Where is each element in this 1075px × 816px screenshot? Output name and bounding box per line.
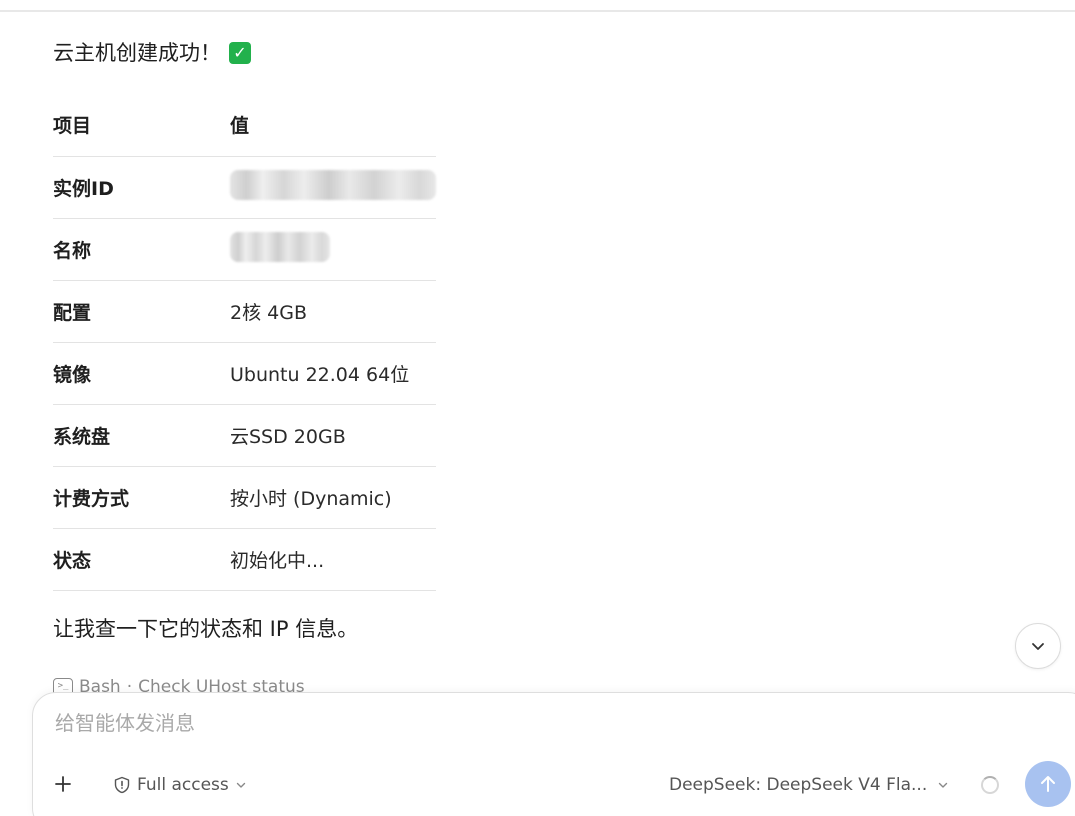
assistant-followup: 让我查一下它的状态和 IP 信息。 xyxy=(53,617,359,641)
row-value: 初始化中... xyxy=(230,528,436,591)
table-row: 计费方式 按小时 (Dynamic) xyxy=(53,466,436,529)
loading-spinner-icon xyxy=(981,776,999,794)
row-value xyxy=(230,218,436,281)
assistant-intro: 云主机创建成功！ ✓ xyxy=(53,38,251,68)
column-header-key: 项目 xyxy=(53,94,230,157)
table-header-row: 项目 值 xyxy=(53,94,436,157)
shield-icon xyxy=(114,776,130,794)
send-button[interactable] xyxy=(1025,761,1071,807)
row-key: 镜像 xyxy=(53,342,230,405)
table-row: 名称 xyxy=(53,218,436,281)
host-info-table: 项目 值 实例ID 名称 配置 2核 4GB 镜像 Ubuntu 22.04 6… xyxy=(53,94,436,591)
top-divider xyxy=(0,0,1075,12)
table-row: 实例ID xyxy=(53,156,436,219)
table-row: 镜像 Ubuntu 22.04 64位 xyxy=(53,342,436,405)
add-attachment-button[interactable] xyxy=(44,765,82,803)
table-row: 状态 初始化中... xyxy=(53,528,436,591)
row-value xyxy=(230,156,436,219)
row-key: 系统盘 xyxy=(53,404,230,467)
access-label: Full access xyxy=(137,775,229,795)
access-mode-dropdown[interactable]: Full access xyxy=(113,771,247,799)
row-value: 2核 4GB xyxy=(230,280,436,343)
redacted-value xyxy=(230,169,436,200)
model-selector[interactable]: DeepSeek: DeepSeek V4 Fla... xyxy=(669,771,949,799)
column-header-value: 值 xyxy=(230,94,436,157)
table-row: 配置 2核 4GB xyxy=(53,280,436,343)
intro-text: 云主机创建成功！ xyxy=(53,41,221,65)
row-value: 按小时 (Dynamic) xyxy=(230,466,436,529)
check-icon: ✓ xyxy=(229,42,251,64)
scroll-to-bottom-button[interactable] xyxy=(1015,623,1061,669)
row-value: 云SSD 20GB xyxy=(230,404,436,467)
chevron-down-icon xyxy=(236,782,245,788)
message-input[interactable] xyxy=(55,711,755,735)
chevron-down-icon xyxy=(1032,643,1044,650)
arrow-up-icon xyxy=(1041,776,1055,792)
row-key: 名称 xyxy=(53,218,230,281)
message-composer: Full access DeepSeek: DeepSeek V4 Fla... xyxy=(32,692,1075,816)
row-key: 计费方式 xyxy=(53,466,230,529)
plus-icon xyxy=(55,776,71,792)
model-label: DeepSeek: DeepSeek V4 Fla... xyxy=(669,775,928,795)
row-key: 实例ID xyxy=(53,156,230,219)
row-value: Ubuntu 22.04 64位 xyxy=(230,342,436,405)
row-key: 配置 xyxy=(53,280,230,343)
redacted-value xyxy=(230,231,330,262)
row-key: 状态 xyxy=(53,528,230,591)
chevron-down-icon xyxy=(939,782,948,788)
table-row: 系统盘 云SSD 20GB xyxy=(53,404,436,467)
